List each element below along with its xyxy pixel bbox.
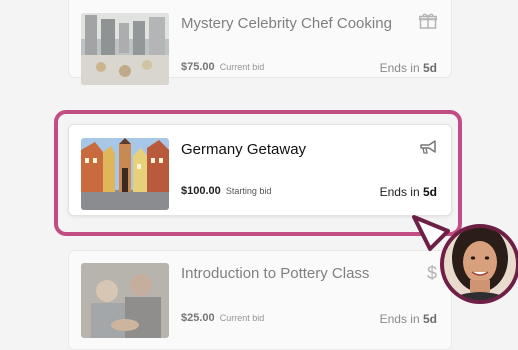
item-thumbnail [81,263,169,338]
ends-in: Ends in 5d [380,61,437,75]
bid-amount: $25.00 [181,312,215,324]
bid-label: Current bid [219,62,265,72]
avatar [436,218,518,310]
bid-info: $25.00 Current bid [181,312,264,324]
gift-icon [419,13,437,29]
ends-prefix: Ends in [379,61,420,75]
bid-info: $75.00 Current bid [181,61,264,73]
ends-prefix: Ends in [379,312,420,326]
item-title[interactable]: Mystery Celebrity Chef Cooking [181,15,392,32]
item-thumbnail [81,13,169,85]
bid-amount: $75.00 [181,61,215,73]
auction-card[interactable]: Introduction to Pottery Class $25.00 Cur… [68,250,452,350]
bid-label: Current bid [219,313,265,323]
highlight-frame [54,110,462,236]
auction-card[interactable]: Mystery Celebrity Chef Cooking $75.00 Cu… [68,0,452,85]
ends-value: 5d [422,61,437,75]
ends-value: 5d [422,312,437,326]
item-title[interactable]: Introduction to Pottery Class [181,265,369,282]
ends-in: Ends in 5d [380,312,437,326]
